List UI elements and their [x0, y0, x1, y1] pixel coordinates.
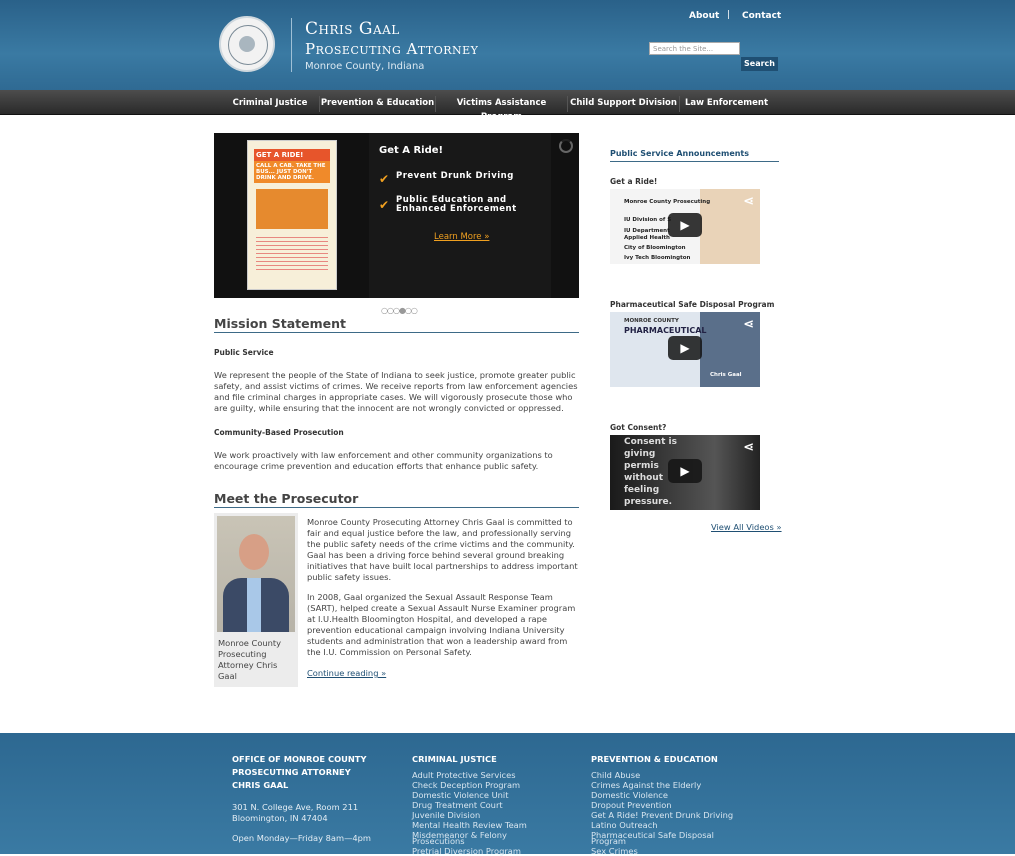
checkmark-icon: ✔: [379, 172, 390, 186]
psa-heading: Public Service Announcements: [610, 149, 779, 162]
slide-caption-panel: [369, 133, 551, 298]
poster-subline: CALL A CAB. TAKE THE BUS... JUST DON'T D…: [254, 161, 330, 183]
footer-link[interactable]: Adult Protective Services: [412, 770, 527, 780]
poster-body-text: [256, 237, 328, 273]
slide-bullet: Public Education and Enhanced Enforcemen…: [396, 195, 517, 214]
footer-link[interactable]: Check Deception Program: [412, 780, 527, 790]
footer-criminal-justice-heading[interactable]: CRIMINAL JUSTICE: [412, 753, 497, 766]
footer-hours: Open Monday—Friday 8am—4pm: [232, 833, 372, 843]
mission-paragraph: We represent the people of the State of …: [214, 370, 578, 413]
footer-link[interactable]: Mental Health Review Team: [412, 820, 527, 830]
footer-link[interactable]: Domestic Violence: [591, 790, 733, 800]
play-icon[interactable]: ▶: [668, 336, 702, 360]
contact-link[interactable]: Contact: [742, 11, 781, 21]
footer-link[interactable]: Sex Crimes: [591, 846, 733, 856]
prosecutor-bio-1: Monroe County Prosecuting Attorney Chris…: [307, 517, 578, 582]
checkmark-icon: ✔: [379, 198, 390, 212]
video-got-consent[interactable]: Consent is giving permis without feeling…: [610, 435, 760, 510]
slide-title: Get A Ride!: [379, 145, 444, 156]
site-header: [0, 0, 1015, 90]
site-title-role[interactable]: Prosecuting Attorney: [305, 40, 478, 58]
header-divider: [291, 18, 292, 72]
video-label-got-consent: Got Consent?: [610, 423, 667, 432]
photo-caption: Monroe County Prosecuting Attorney Chris…: [218, 638, 282, 681]
footer-link[interactable]: Dropout Prevention: [591, 800, 733, 810]
share-icon[interactable]: ⋖: [743, 194, 754, 209]
footer-prevention-list: Child Abuse Crimes Against the Elderly D…: [591, 770, 733, 856]
footer-link[interactable]: Crimes Against the Elderly: [591, 780, 733, 790]
poster-headline: GET A RIDE!: [254, 149, 330, 161]
poster-image: [256, 189, 328, 229]
state-seal-logo[interactable]: [219, 16, 275, 72]
search-button[interactable]: Search: [741, 57, 778, 71]
about-link[interactable]: About: [689, 11, 719, 21]
community-prosecution-subheading: Community-Based Prosecution: [214, 428, 344, 437]
top-link-separator: |: [727, 10, 731, 20]
play-icon[interactable]: ▶: [668, 459, 702, 483]
video-get-a-ride[interactable]: Monroe County Prosecuting IU Division of…: [610, 189, 760, 264]
footer-prevention-heading[interactable]: PREVENTION & EDUCATION: [591, 753, 718, 766]
footer-link[interactable]: Drug Treatment Court: [412, 800, 527, 810]
share-icon[interactable]: ⋖: [743, 317, 754, 332]
loading-spinner-icon: [559, 139, 573, 153]
site-subtitle: Monroe County, Indiana: [305, 61, 425, 72]
nav-prevention-education[interactable]: Prevention & Education: [320, 96, 436, 112]
video-label-pharmaceutical: Pharmaceutical Safe Disposal Program: [610, 300, 775, 309]
footer-address: 301 N. College Ave, Room 211 Bloomington…: [232, 802, 359, 823]
play-icon[interactable]: ▶: [668, 213, 702, 237]
slider-pagination[interactable]: ○○○●○○: [381, 306, 418, 315]
footer-link[interactable]: Domestic Violence Unit: [412, 790, 527, 800]
video-pharmaceutical[interactable]: MONROE COUNTY PHARMACEUTICAL Chris Gaal …: [610, 312, 760, 387]
slide-bullet: Prevent Drunk Driving: [396, 171, 514, 181]
mission-heading: Mission Statement: [214, 316, 579, 333]
site-title-name[interactable]: Chris Gaal: [305, 19, 400, 39]
prosecutor-bio-2: In 2008, Gaal organized the Sexual Assau…: [307, 592, 576, 657]
footer-link[interactable]: Child Abuse: [591, 770, 733, 780]
search-input[interactable]: Search the Site...: [649, 42, 740, 55]
community-paragraph: We work proactively with law enforcement…: [214, 450, 553, 471]
continue-reading-link[interactable]: Continue reading »: [307, 668, 386, 678]
prosecutor-heading: Meet the Prosecutor: [214, 491, 579, 508]
video-label-get-a-ride: Get a Ride!: [610, 177, 658, 186]
footer-office-heading: OFFICE OF MONROE COUNTY PROSECUTING ATTO…: [232, 754, 367, 790]
learn-more-link[interactable]: Learn More »: [434, 232, 489, 242]
nav-child-support[interactable]: Child Support Division: [568, 96, 680, 112]
footer-link[interactable]: Juvenile Division: [412, 810, 527, 820]
footer-link[interactable]: Get A Ride! Prevent Drunk Driving: [591, 810, 733, 820]
nav-victims-assistance[interactable]: Victims Assistance Program: [436, 96, 568, 122]
prosecutor-photo: [217, 516, 295, 632]
public-service-subheading: Public Service: [214, 348, 274, 357]
view-all-videos-link[interactable]: View All Videos »: [711, 522, 782, 532]
get-a-ride-poster[interactable]: GET A RIDE! CALL A CAB. TAKE THE BUS... …: [247, 140, 337, 290]
footer-criminal-justice-list: Adult Protective Services Check Deceptio…: [412, 770, 527, 856]
footer-link[interactable]: Pretrial Diversion Program: [412, 846, 527, 856]
nav-law-enforcement[interactable]: Law Enforcement: [680, 96, 773, 112]
nav-criminal-justice[interactable]: Criminal Justice: [221, 96, 320, 112]
footer-link[interactable]: Latino Outreach: [591, 820, 733, 830]
share-icon[interactable]: ⋖: [743, 440, 754, 455]
